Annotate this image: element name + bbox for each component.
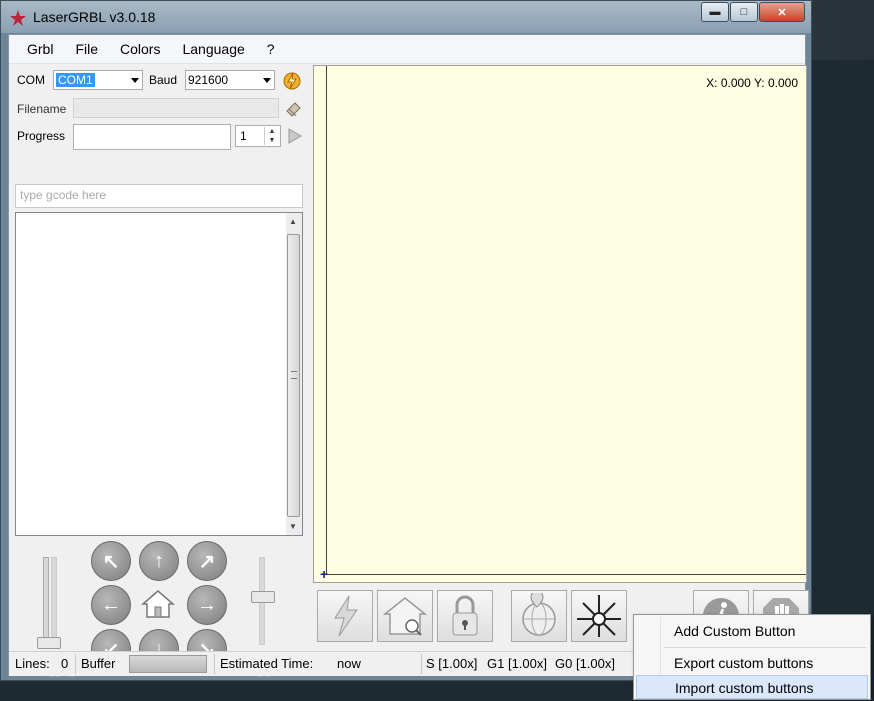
com-port-select[interactable]: COM1	[53, 70, 143, 90]
menu-help[interactable]: ?	[256, 41, 286, 57]
home-icon	[140, 590, 176, 618]
baud-rate-select[interactable]: 921600	[185, 70, 275, 90]
laser-burst-icon	[577, 595, 621, 637]
buffer-label: Buffer	[81, 656, 116, 671]
laser-focus-button[interactable]	[571, 590, 627, 642]
jog-controls: F1242 ↖ ↑ ↗ ← → ↙ ↓ ↘ 10	[15, 541, 305, 680]
com-port-value: COM1	[56, 73, 95, 87]
laser-logo-icon	[10, 10, 26, 26]
jog-up-button[interactable]: ↑	[139, 541, 179, 581]
baud-rate-value: 921600	[188, 73, 229, 87]
maximize-button[interactable]: □	[730, 2, 758, 22]
close-button[interactable]: ✕	[759, 2, 805, 22]
baud-label: Baud	[149, 73, 178, 87]
status-divider	[214, 654, 215, 674]
filename-label: Filename	[17, 102, 67, 116]
menu-separator	[664, 647, 866, 648]
grip-icon	[291, 371, 297, 379]
lines-label: Lines:	[15, 656, 50, 671]
stepper-arrows-icon[interactable]: ▲ ▼	[264, 127, 279, 145]
run-play-icon[interactable]	[287, 127, 303, 145]
window-title: LaserGRBL v3.0.18	[33, 9, 156, 25]
context-menu: Add Custom Button Export custom buttons …	[633, 614, 871, 700]
lightning-icon	[334, 595, 358, 637]
jog-up-left-button[interactable]: ↖	[91, 541, 131, 581]
open-file-icon[interactable]	[285, 99, 303, 117]
y-axis-line	[326, 66, 327, 574]
progress-label: Progress	[17, 129, 66, 143]
home-button[interactable]	[139, 585, 177, 623]
gcode-input[interactable]: type gcode here	[15, 184, 303, 208]
preview-canvas[interactable]: X: 0.000 Y: 0.000 +	[313, 65, 807, 583]
passes-value: 1	[240, 129, 247, 143]
client-area: Grbl File Colors Language ? COM COM1 Bau…	[8, 34, 809, 680]
padlock-icon	[452, 595, 478, 636]
menu-grbl[interactable]: Grbl	[9, 41, 64, 57]
status-divider	[75, 654, 76, 674]
estimated-time-value: now	[337, 656, 361, 671]
homing-button[interactable]	[377, 590, 433, 642]
g1-override[interactable]: G1 [1.00x]	[487, 656, 547, 671]
lines-value: 0	[61, 656, 69, 671]
home-search-icon	[382, 597, 428, 636]
console-scrollbar[interactable]: ▲ ▼	[286, 213, 302, 535]
filename-field	[73, 98, 279, 118]
menu-language[interactable]: Language	[171, 41, 255, 57]
origin-cross-icon: +	[320, 566, 329, 582]
menu-bar: Grbl File Colors Language ?	[9, 35, 805, 64]
jog-up-right-button[interactable]: ↗	[187, 541, 227, 581]
x-axis-line	[326, 574, 806, 575]
status-divider	[421, 654, 422, 674]
jog-left-button[interactable]: ←	[91, 585, 131, 625]
console-log[interactable]: ▲ ▼	[15, 212, 303, 536]
control-panel: COM COM1 Baud 921600 Filename Progress 1…	[13, 65, 309, 680]
menu-colors[interactable]: Colors	[109, 41, 171, 57]
scroll-down-icon[interactable]: ▼	[289, 522, 297, 531]
buffer-progress-bar	[129, 655, 207, 673]
menu-item-export-custom-buttons[interactable]: Export custom buttons	[636, 651, 868, 675]
center-globe-button[interactable]	[511, 590, 567, 642]
coordinates-readout: X: 0.000 Y: 0.000	[706, 76, 798, 90]
passes-stepper[interactable]: 1 ▲ ▼	[235, 125, 281, 147]
menu-item-add-custom-button[interactable]: Add Custom Button	[636, 619, 868, 643]
unlock-lightning-button[interactable]	[317, 590, 373, 642]
app-window: LaserGRBL v3.0.18 ▬ □ ✕ Grbl File Colors…	[0, 0, 812, 681]
feed-slider-thumb[interactable]	[37, 637, 61, 649]
menu-item-import-custom-buttons[interactable]: Import custom buttons	[636, 675, 868, 699]
step-slider-thumb[interactable]	[251, 591, 275, 603]
progress-bar	[73, 124, 231, 150]
estimated-time-label: Estimated Time:	[220, 656, 314, 671]
globe-pin-icon	[522, 593, 556, 636]
com-label: COM	[17, 73, 45, 87]
feed-slider-track-inner	[51, 557, 57, 645]
menu-file[interactable]: File	[64, 41, 109, 57]
unlock-button[interactable]	[437, 590, 493, 642]
title-bar[interactable]: LaserGRBL v3.0.18 ▬ □ ✕	[1, 1, 811, 33]
s-override[interactable]: S [1.00x]	[426, 656, 477, 671]
minimize-button[interactable]: ▬	[701, 2, 729, 22]
chevron-down-icon	[263, 78, 271, 83]
chevron-down-icon	[131, 78, 139, 83]
connect-icon[interactable]	[281, 70, 303, 92]
g0-override[interactable]: G0 [1.00x]	[555, 656, 615, 671]
feed-slider-track[interactable]	[43, 557, 49, 645]
scrollbar-thumb[interactable]	[287, 234, 300, 517]
scroll-up-icon[interactable]: ▲	[289, 217, 297, 226]
jog-right-button[interactable]: →	[187, 585, 227, 625]
